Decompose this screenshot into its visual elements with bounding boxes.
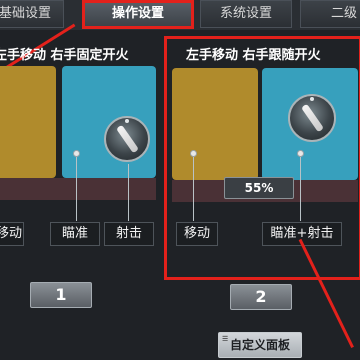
selected-mode-highlight bbox=[164, 36, 360, 280]
knife-icon bbox=[115, 124, 139, 154]
tab-basic-settings[interactable]: 基础设置 bbox=[0, 0, 64, 28]
custom-panel-button[interactable]: ☰ 自定义面板 bbox=[218, 332, 302, 358]
knob-notch bbox=[125, 119, 129, 123]
mode-2-button[interactable]: 2 bbox=[230, 284, 292, 310]
panel-1-fire-strip bbox=[0, 178, 156, 200]
layout-icon: ☰ bbox=[222, 335, 229, 343]
tab-secondary[interactable]: 二级 bbox=[300, 0, 360, 28]
panel-1-aim-dot bbox=[73, 150, 80, 157]
panel-1-move-zone bbox=[0, 66, 56, 178]
panel-1-move-label: 移动 bbox=[0, 222, 24, 246]
panel-1-aim-label: 瞄准 bbox=[50, 222, 100, 246]
mode-1-button[interactable]: 1 bbox=[30, 282, 92, 308]
panel-1-title: 左手移动 右手固定开火 bbox=[0, 48, 129, 63]
active-tab-highlight bbox=[82, 0, 194, 29]
panel-1-joystick-knob[interactable] bbox=[104, 116, 150, 162]
panel-1-fire-line bbox=[128, 164, 129, 221]
custom-panel-label: 自定义面板 bbox=[229, 338, 290, 352]
panel-1-aim-line bbox=[76, 157, 77, 221]
panel-1-fire-label: 射击 bbox=[104, 222, 154, 246]
tab-system-settings[interactable]: 系统设置 bbox=[200, 0, 292, 28]
